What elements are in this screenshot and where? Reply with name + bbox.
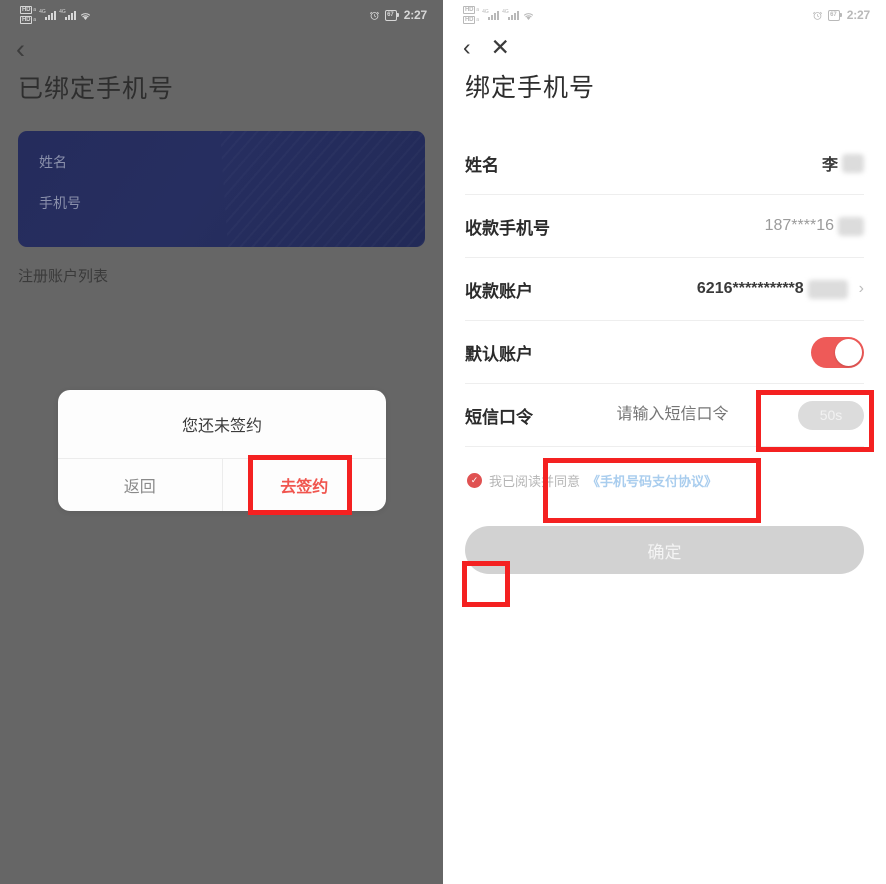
redacted-blur: [842, 153, 864, 173]
dialog-body: 您还未签约: [58, 390, 386, 458]
dialog-cancel-button[interactable]: 返回: [58, 459, 223, 511]
row-value: 6216**********8 ›: [696, 279, 864, 299]
form-row-name: 姓名 李: [465, 132, 864, 195]
status-bar-clock: 2:27: [403, 8, 427, 22]
dialog-title: 您还未签约: [181, 418, 262, 435]
right-phone-screen: HD a HD a 4G 4G 67 2:27 ‹ ✕ 绑定手机号 姓名 李 收…: [443, 0, 886, 884]
not-signed-dialog: 您还未签约 返回 去签约: [58, 390, 386, 511]
wifi-icon: [524, 12, 534, 20]
signal-4g-icon-label: 4G: [482, 8, 489, 15]
signal-4g-icon: 4G: [39, 8, 57, 20]
row-value-text: 李: [821, 157, 838, 174]
hd-icon: HD a: [463, 6, 479, 14]
bound-phone-card[interactable]: 姓名 手机号: [18, 131, 425, 247]
signal-4g-icon: 4G: [59, 8, 77, 20]
row-label: 收款账户: [465, 281, 533, 301]
signal-4g-icon: 4G: [482, 8, 500, 20]
close-icon[interactable]: ✕: [491, 36, 510, 59]
toggle-knob: [835, 338, 862, 366]
battery-level-label: 67: [830, 11, 837, 18]
battery-icon: 67: [385, 9, 399, 21]
registered-account-list-label: 注册账户列表: [18, 268, 109, 285]
form-row-payee-phone: 收款手机号 187****16: [465, 195, 864, 258]
battery-icon: 67: [828, 9, 842, 21]
hd-volte-icons: HD a HD a: [20, 6, 36, 24]
alarm-icon: [370, 11, 380, 20]
row-label: 默认账户: [465, 344, 533, 364]
redacted-blur: [838, 216, 864, 236]
row-value: 187****16: [764, 216, 864, 236]
agreement-link[interactable]: 《手机号码支付协议》: [587, 471, 717, 490]
left-phone-screen: HD a HD a 4G 4G 67 2:27 ‹ 已绑定手机号 姓名 手机号 …: [0, 0, 443, 884]
navigation-bar: ‹ ✕: [463, 36, 886, 59]
back-button[interactable]: ‹: [463, 36, 471, 59]
form-row-payee-account[interactable]: 收款账户 6216**********8 ›: [465, 258, 864, 321]
dialog-go-sign-button[interactable]: 去签约: [223, 459, 387, 511]
form-row-default-account: 默认账户: [465, 321, 864, 384]
hd-icon-sub: a: [33, 7, 37, 13]
sms-code-input[interactable]: [547, 405, 798, 425]
row-label: 收款手机号: [465, 218, 550, 238]
signal-4g-icon-label: 4G: [39, 8, 46, 15]
row-value: 李: [822, 151, 864, 175]
hd-icon-label: HD: [20, 16, 33, 24]
page-title: 绑定手机号: [465, 74, 596, 102]
hd-icon: HD a: [463, 16, 479, 24]
status-bar-left-icons: HD a HD a 4G 4G: [463, 6, 535, 24]
chevron-right-icon[interactable]: ›: [859, 280, 864, 298]
signal-4g-icon-label: 4G: [502, 8, 509, 15]
hd-icon-label: HD: [463, 16, 476, 24]
redacted-blur: [807, 279, 848, 299]
hd-icon-label: HD: [20, 6, 33, 14]
status-bar-left-icons: HD a HD a 4G 4G: [20, 6, 92, 24]
submit-button[interactable]: 确定: [465, 526, 864, 574]
default-account-toggle[interactable]: [811, 336, 864, 368]
status-bar-left: HD a HD a 4G 4G 67 2:27: [0, 0, 443, 30]
checkmark-circle-icon[interactable]: ✓: [467, 473, 482, 488]
row-label: 姓名: [465, 155, 499, 175]
hd-icon: HD a: [20, 16, 36, 24]
page-title: 已绑定手机号: [18, 75, 175, 103]
battery-level-label: 67: [387, 11, 394, 18]
agreement-row: ✓ 我已阅读并同意 《手机号码支付协议》: [467, 471, 886, 490]
hd-icon-sub: a: [476, 17, 480, 23]
hd-icon-sub: a: [33, 17, 37, 23]
status-bar-right-icons: 67 2:27: [369, 8, 427, 22]
dialog-actions: 返回 去签约: [58, 458, 386, 511]
status-bar-clock: 2:27: [846, 8, 870, 22]
card-name-label: 姓名: [39, 154, 67, 170]
alarm-icon: [813, 11, 823, 20]
bind-phone-form: 姓名 李 收款手机号 187****16 收款账户 6216**********…: [465, 132, 864, 447]
hd-icon: HD a: [20, 6, 36, 14]
send-sms-countdown-button[interactable]: 50s: [798, 400, 864, 430]
row-label: 短信口令: [465, 407, 533, 427]
form-row-sms-code: 短信口令 50s: [465, 384, 864, 447]
hd-icon-label: HD: [463, 6, 476, 14]
card-phone-label: 手机号: [39, 195, 81, 211]
signal-4g-icon: 4G: [502, 8, 520, 20]
agreement-text: 我已阅读并同意: [489, 474, 581, 489]
status-bar-right-icons: 67 2:27: [812, 8, 870, 22]
hd-volte-icons: HD a HD a: [463, 6, 479, 24]
row-value-text: 6216**********8: [696, 280, 804, 297]
hd-icon-sub: a: [476, 7, 480, 13]
status-bar-right: HD a HD a 4G 4G 67 2:27: [443, 0, 886, 30]
row-value-text: 187****16: [764, 217, 834, 234]
back-button[interactable]: ‹: [16, 36, 42, 63]
wifi-icon: [81, 12, 91, 20]
signal-4g-icon-label: 4G: [59, 8, 66, 15]
